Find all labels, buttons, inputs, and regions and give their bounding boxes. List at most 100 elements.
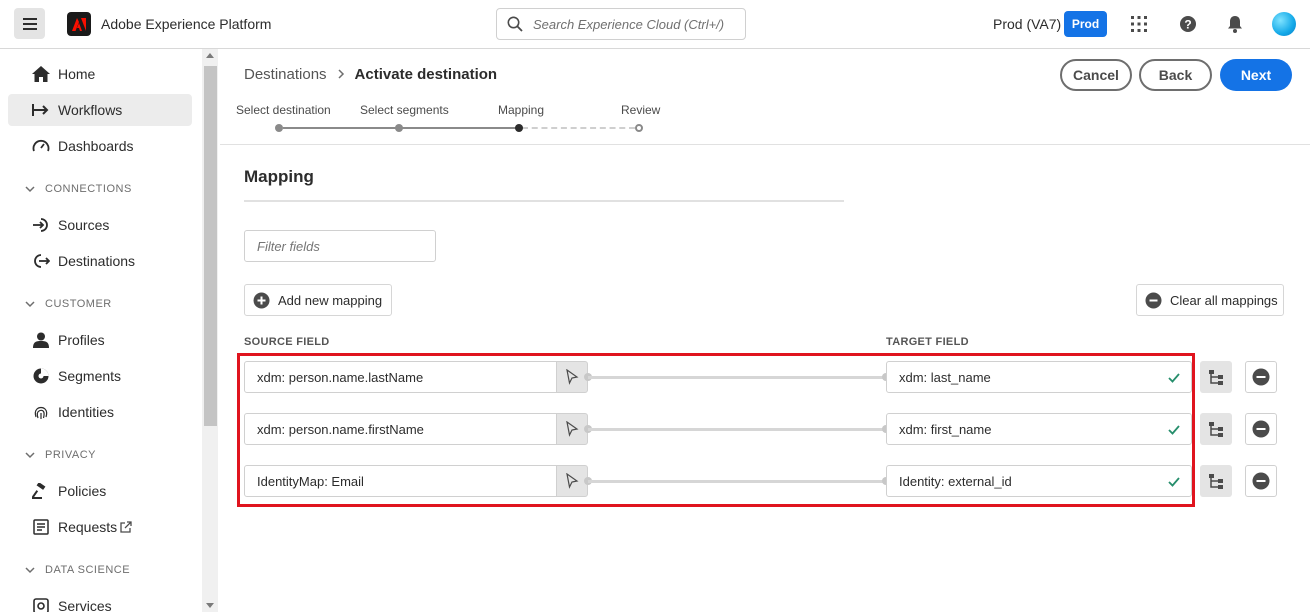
scroll-up-arrow-icon[interactable] [206, 53, 214, 58]
step-dot-todo [635, 124, 643, 132]
nav-label: Dashboards [58, 138, 134, 154]
source-field-header: SOURCE FIELD [244, 336, 330, 348]
add-circle-icon [252, 291, 270, 309]
remove-mapping-icon[interactable] [1245, 465, 1277, 497]
home-icon [31, 64, 51, 84]
workflow-header: Destinations Activate destination Cancel… [220, 49, 1310, 145]
divider [244, 200, 844, 202]
add-mapping-label: Add new mapping [278, 292, 383, 308]
top-bar: Adobe Experience Platform Search Experie… [0, 0, 1310, 49]
fingerprint-icon [31, 402, 51, 422]
requests-icon [31, 517, 51, 537]
nav-item-profiles[interactable]: Profiles [8, 324, 192, 356]
nav-label: Profiles [58, 332, 105, 348]
chevron-down-icon [25, 452, 35, 459]
nav-label: Identities [58, 404, 115, 420]
workflows-icon [31, 100, 51, 120]
nav-section-data-science[interactable]: DATA SCIENCE [24, 562, 130, 578]
next-button[interactable]: Next [1220, 59, 1292, 91]
destinations-icon [31, 251, 51, 271]
step-dot-done [275, 124, 283, 132]
step-connector [402, 127, 519, 129]
services-icon [31, 596, 51, 612]
profile-icon [31, 330, 51, 350]
nav-label: Workflows [58, 102, 123, 118]
nav-label: Services [58, 598, 112, 612]
remove-mapping-icon[interactable] [1245, 413, 1277, 445]
help-icon[interactable]: ? [1177, 13, 1199, 35]
app-name[interactable]: Adobe Experience Platform [101, 16, 271, 32]
clear-all-mappings-button[interactable]: Clear all mappings [1136, 284, 1284, 316]
step-label-mapping: Mapping [498, 103, 545, 117]
chevron-down-icon [25, 567, 35, 574]
breadcrumb-destinations[interactable]: Destinations [244, 66, 327, 83]
highlight-annotation-box [237, 353, 1195, 507]
sources-icon [31, 215, 51, 235]
nav-item-home[interactable]: Home [8, 58, 192, 90]
nav-item-policies[interactable]: Policies [8, 475, 192, 507]
select-target-hierarchy-icon[interactable] [1200, 361, 1232, 393]
target-field-header: TARGET FIELD [886, 336, 969, 348]
adobe-logo-icon[interactable] [67, 12, 91, 36]
nav-section-customer[interactable]: CUSTOMER [24, 296, 112, 312]
org-name[interactable]: Prod (VA7) [993, 16, 1061, 32]
filter-fields-input[interactable] [244, 230, 436, 262]
nav-item-identities[interactable]: Identities [8, 396, 192, 428]
nav-label: Segments [58, 368, 122, 384]
menu-icon[interactable] [14, 8, 45, 39]
nav-label: Requests [58, 519, 118, 535]
remove-mapping-icon[interactable] [1245, 361, 1277, 393]
search-box[interactable]: Search Experience Cloud (Ctrl+/) [496, 8, 746, 40]
user-avatar[interactable] [1272, 12, 1296, 36]
nav-item-dashboards[interactable]: Dashboards [8, 130, 192, 162]
sidebar-scroll-thumb[interactable] [204, 66, 217, 426]
add-new-mapping-button[interactable]: Add new mapping [244, 284, 392, 316]
step-dot-current [515, 124, 523, 132]
select-target-hierarchy-icon[interactable] [1200, 465, 1232, 497]
nav-label: Sources [58, 217, 110, 233]
notifications-bell-icon[interactable] [1224, 13, 1246, 35]
step-label-select-destination: Select destination [236, 103, 331, 117]
search-placeholder[interactable]: Search Experience Cloud (Ctrl+/) [533, 17, 724, 32]
remove-circle-icon [1144, 291, 1162, 309]
search-icon [507, 16, 523, 37]
breadcrumb: Destinations Activate destination [244, 66, 497, 83]
left-nav: Home Workflows Dashboards CONNECTIONS So… [0, 49, 202, 612]
select-target-hierarchy-icon[interactable] [1200, 413, 1232, 445]
nav-section-connections[interactable]: CONNECTIONS [24, 181, 132, 197]
nav-item-requests[interactable]: Requests [8, 511, 192, 543]
app-switcher-icon[interactable] [1128, 13, 1150, 35]
section-label: CUSTOMER [45, 298, 112, 310]
nav-label: Home [58, 66, 96, 82]
section-title: Mapping [244, 167, 314, 186]
section-label: PRIVACY [45, 449, 96, 461]
nav-section-privacy[interactable]: PRIVACY [24, 447, 96, 463]
nav-item-segments[interactable]: Segments [8, 360, 192, 392]
chevron-down-icon [25, 186, 35, 193]
cancel-button[interactable]: Cancel [1060, 59, 1132, 91]
nav-label: Destinations [58, 253, 136, 269]
nav-item-workflows[interactable]: Workflows [8, 94, 192, 126]
nav-item-services[interactable]: Services [8, 590, 192, 612]
external-link-icon [120, 520, 132, 538]
chevron-right-icon [337, 67, 345, 82]
back-button[interactable]: Back [1139, 59, 1212, 91]
nav-item-destinations[interactable]: Destinations [8, 245, 192, 277]
step-connector [522, 127, 635, 129]
sandbox-badge[interactable]: Prod [1064, 11, 1107, 37]
step-connector [283, 127, 399, 129]
section-label: CONNECTIONS [45, 183, 132, 195]
dashboard-icon [31, 136, 51, 156]
svg-text:?: ? [1184, 18, 1191, 32]
segments-icon [31, 366, 51, 386]
nav-item-sources[interactable]: Sources [8, 209, 192, 241]
breadcrumb-current: Activate destination [354, 66, 498, 83]
clear-mappings-label: Clear all mappings [1170, 292, 1278, 308]
section-label: DATA SCIENCE [45, 564, 131, 576]
step-dot-done [395, 124, 403, 132]
mapping-panel: Mapping Add new mapping Clear all mappin… [220, 146, 1310, 612]
chevron-down-icon [25, 301, 35, 308]
gavel-icon [31, 481, 51, 501]
scroll-down-arrow-icon[interactable] [206, 603, 214, 608]
nav-label: Policies [58, 483, 107, 499]
